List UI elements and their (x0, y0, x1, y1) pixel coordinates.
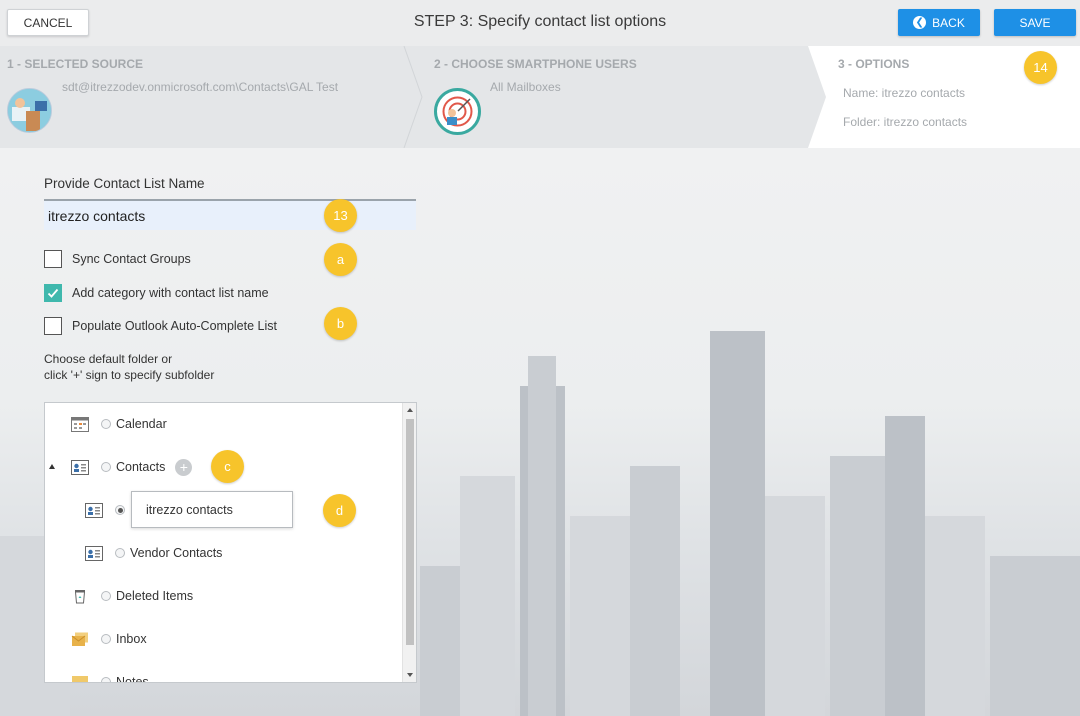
folder-help-line-2: click '+' sign to specify subfolder (44, 368, 215, 382)
tree-item-deleted-items[interactable]: Deleted Items (71, 586, 193, 606)
deleted-items-radio[interactable] (101, 591, 111, 601)
contacts-icon (71, 459, 89, 475)
contacts-icon (85, 502, 103, 518)
step3-title: 3 - OPTIONS (838, 57, 910, 71)
add-category-row[interactable]: Add category with contact list name (44, 283, 269, 303)
tree-item-itrezzo-contacts[interactable] (85, 500, 130, 520)
callout-badge-13: 13 (324, 199, 357, 232)
save-button[interactable]: SAVE (994, 9, 1076, 36)
populate-autocomplete-row[interactable]: Populate Outlook Auto-Complete List (44, 316, 277, 336)
scroll-up-icon[interactable] (407, 408, 413, 412)
wizard-steps: 1 - SELECTED SOURCE sdt@itrezzodev.onmic… (0, 46, 1080, 148)
folder-help-line-1: Choose default folder or (44, 352, 173, 366)
contact-list-name-label: Provide Contact List Name (44, 176, 205, 191)
tree-item-inbox[interactable]: Inbox (71, 629, 147, 649)
step3-name-line: Name: itrezzo contacts (843, 86, 966, 100)
tree-item-label: Notes (116, 675, 149, 683)
tree-scrollbar[interactable] (402, 403, 416, 682)
scroll-down-icon[interactable] (407, 673, 413, 677)
contacts-icon (85, 545, 103, 561)
back-button-label: BACK (932, 15, 965, 30)
tree-item-label: Vendor Contacts (130, 546, 223, 560)
step1-detail: sdt@itrezzodev.onmicrosoft.com\Contacts\… (62, 80, 339, 94)
sync-contact-groups-row[interactable]: Sync Contact Groups (44, 249, 191, 269)
notes-icon (72, 675, 88, 682)
step2-title: 2 - CHOOSE SMARTPHONE USERS (434, 57, 637, 71)
tree-item-vendor-contacts[interactable]: Vendor Contacts (85, 543, 222, 563)
subfolder-name-input[interactable] (131, 491, 293, 528)
collapse-arrow-icon[interactable] (49, 464, 55, 469)
tree-item-label: Inbox (116, 632, 147, 646)
source-avatar-icon (7, 88, 52, 133)
top-toolbar: CANCEL STEP 3: Specify contact list opti… (0, 0, 1080, 46)
tree-item-label: Deleted Items (116, 589, 194, 603)
sync-contact-groups-label: Sync Contact Groups (72, 252, 191, 266)
step2-detail: All Mailboxes (490, 80, 561, 94)
tree-item-label: Calendar (116, 417, 167, 431)
vendor-contacts-radio[interactable] (115, 548, 125, 558)
callout-badge-14: 14 (1024, 51, 1057, 84)
add-subfolder-plus-icon[interactable]: + (175, 458, 193, 476)
calendar-radio[interactable] (101, 419, 111, 429)
inbox-radio[interactable] (101, 634, 111, 644)
scroll-thumb[interactable] (406, 419, 414, 645)
contact-list-name-input[interactable] (44, 199, 416, 230)
folder-tree[interactable]: Calendar Contacts + c d (44, 402, 417, 683)
step-separator (802, 46, 826, 148)
checkmark-icon (47, 288, 59, 298)
callout-badge-a: a (324, 243, 357, 276)
contacts-radio[interactable] (101, 462, 111, 472)
back-arrow-icon: ❮ (913, 16, 927, 29)
tree-item-calendar[interactable]: Calendar (71, 414, 167, 434)
tree-item-notes[interactable]: Notes (71, 672, 149, 683)
populate-autocomplete-checkbox[interactable] (44, 317, 62, 335)
calendar-icon (71, 416, 89, 432)
step1-title: 1 - SELECTED SOURCE (7, 57, 144, 71)
users-target-icon (434, 88, 481, 135)
add-category-checkbox[interactable] (44, 284, 62, 302)
step-separator (398, 46, 423, 148)
notes-radio[interactable] (101, 677, 111, 682)
folder-help-text: Choose default folder or click '+' sign … (44, 351, 214, 383)
tree-item-contacts[interactable]: Contacts + (71, 457, 193, 477)
populate-autocomplete-label: Populate Outlook Auto-Complete List (72, 319, 277, 333)
itrezzo-contacts-radio[interactable] (115, 505, 125, 515)
step3-folder-line: Folder: itrezzo contacts (843, 115, 968, 129)
inbox-icon (71, 632, 88, 646)
sync-contact-groups-checkbox[interactable] (44, 250, 62, 268)
callout-badge-b: b (324, 307, 357, 340)
callout-badge-c: c (211, 450, 244, 483)
trash-icon (74, 589, 86, 603)
tree-item-label: Contacts (116, 460, 166, 474)
callout-badge-d: d (323, 494, 356, 527)
back-button[interactable]: ❮ BACK (898, 9, 980, 36)
add-category-label: Add category with contact list name (72, 286, 269, 300)
